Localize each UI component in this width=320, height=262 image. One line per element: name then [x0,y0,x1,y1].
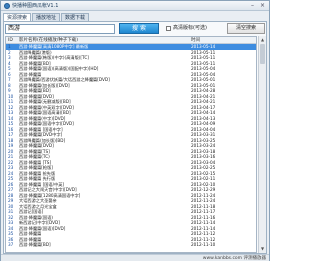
minimize-button[interactable]: – [249,2,256,9]
app-window: 快播种图西瓜帐V1.1 – × 资源搜索 播放地址 数据下载 西游 搜 索 高清… [0,0,270,261]
tab-bar: 资源搜索 播放地址 数据下载 [3,13,90,21]
results-table: ID 影片名称(在线播放/种子下载) 时间 1 西游·降魔篇[高清1080P中字]… [5,36,257,253]
header-time[interactable]: 时间 [191,37,200,44]
hd-filter[interactable]: 高清版标(可选) [166,25,207,31]
cell-time: 2012-11-10 [191,242,216,247]
cell-name: 西游·降魔篇[BD] [19,242,51,247]
search-input[interactable]: 西游 [5,24,115,34]
table-row[interactable]: 37 西游·降魔篇[BD] 2012-11-10 [6,242,256,248]
hd-checkbox-label: 高清版标(可选) [173,25,207,31]
header-name[interactable]: 影片名称(在线播放/种子下载) [19,37,78,44]
header-id[interactable]: ID [8,37,13,44]
tab-data-download[interactable]: 数据下载 [61,13,90,21]
status-bar: www.kanbbs.com 评测播放器 [1,254,269,261]
search-button[interactable]: 搜 索 [119,23,159,34]
close-button[interactable]: × [259,2,266,9]
cell-id: 37 [8,242,14,247]
tab-play-address[interactable]: 播放地址 [32,13,61,21]
scroll-up-icon[interactable]: ▲ [260,37,265,42]
table-header: ID 影片名称(在线播放/种子下载) 时间 [6,37,256,44]
hd-checkbox[interactable] [166,25,171,31]
window-title: 快播种图西瓜帐V1.1 [12,3,59,9]
tab-resource-search[interactable]: 资源搜索 [3,13,32,21]
app-logo-icon [4,3,10,9]
clear-search-button[interactable]: 清空搜索 [227,23,265,34]
title-bar[interactable]: 快播种图西瓜帐V1.1 – × [1,1,269,11]
table-body: 1 西游·降魔篇[高清1080P中字] 最新版 2013-05-14 2 西游降魔篇(港… [6,44,256,248]
vertical-scrollbar[interactable]: ▲ ▼ [258,36,266,253]
scroll-thumb[interactable] [260,44,265,64]
scroll-down-icon[interactable]: ▼ [260,246,265,251]
